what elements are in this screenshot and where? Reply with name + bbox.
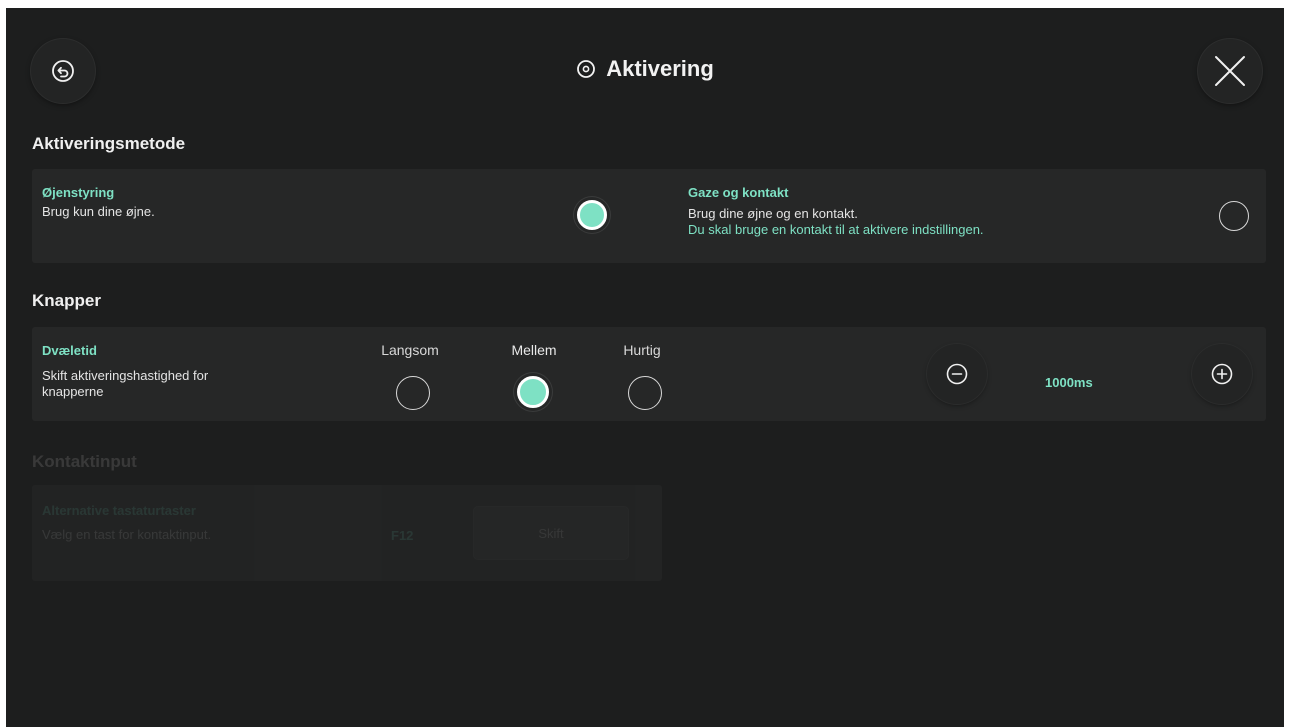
- speed-fast-label: Hurtig: [623, 342, 661, 358]
- alt-keys-desc: Vælg en tast for kontaktinput.: [42, 527, 212, 542]
- buttons-heading: Knapper: [32, 291, 101, 310]
- alt-keys-card: Alternative tastaturtaster Vælg en tast …: [32, 485, 662, 581]
- page-title-text: Aktivering: [606, 56, 714, 81]
- eye-control-radio[interactable]: [577, 200, 607, 230]
- eye-control-desc: Brug kun dine øjne.: [42, 204, 155, 219]
- dwell-time-desc-line1: Skift aktiveringshastighed for: [42, 368, 209, 383]
- gaze-contact-desc: Brug dine øjne og en kontakt.: [688, 206, 858, 221]
- dwell-time-label: Dvæletid: [42, 343, 97, 358]
- eye-control-label: Øjenstyring: [42, 185, 115, 200]
- dwell-time-desc-line2: knapperne: [42, 384, 104, 399]
- gaze-contact-label: Gaze og kontakt: [688, 185, 789, 200]
- minus-circle-icon: [946, 363, 968, 385]
- contact-input-heading: Kontaktinput: [32, 452, 137, 471]
- alt-key-value: F12: [391, 528, 414, 543]
- app-window: Aktivering Aktiveringsmetode Øjenstyring…: [6, 8, 1284, 727]
- gaze-contact-radio[interactable]: [1219, 201, 1249, 231]
- gaze-contact-note: Du skal bruge en kontakt til at aktivere…: [688, 222, 984, 237]
- change-key-button: Skift: [474, 507, 628, 559]
- close-button[interactable]: [1198, 39, 1262, 103]
- dwell-time-card: Dvæletid Skift aktiveringshastighed for …: [32, 327, 1266, 421]
- activation-method-heading: Aktiveringsmetode: [32, 134, 186, 153]
- decrease-button[interactable]: [927, 344, 987, 404]
- increase-button[interactable]: [1192, 344, 1252, 404]
- close-icon: [1215, 56, 1245, 86]
- page-title: Aktivering: [6, 56, 1284, 82]
- activation-method-card: Øjenstyring Brug kun dine øjne. Gaze og …: [32, 169, 1266, 263]
- speed-slow-label: Langsom: [381, 342, 439, 358]
- plus-circle-icon: [1211, 363, 1233, 385]
- speed-medium-radio[interactable]: [517, 376, 549, 408]
- speed-slow-radio[interactable]: [396, 376, 430, 410]
- activation-icon: [577, 60, 596, 78]
- speed-medium-label: Mellem: [511, 342, 557, 358]
- alt-keys-label: Alternative tastaturtaster: [42, 503, 196, 518]
- speed-fast-radio[interactable]: [628, 376, 662, 410]
- dwell-time-value: 1000ms: [1045, 375, 1093, 390]
